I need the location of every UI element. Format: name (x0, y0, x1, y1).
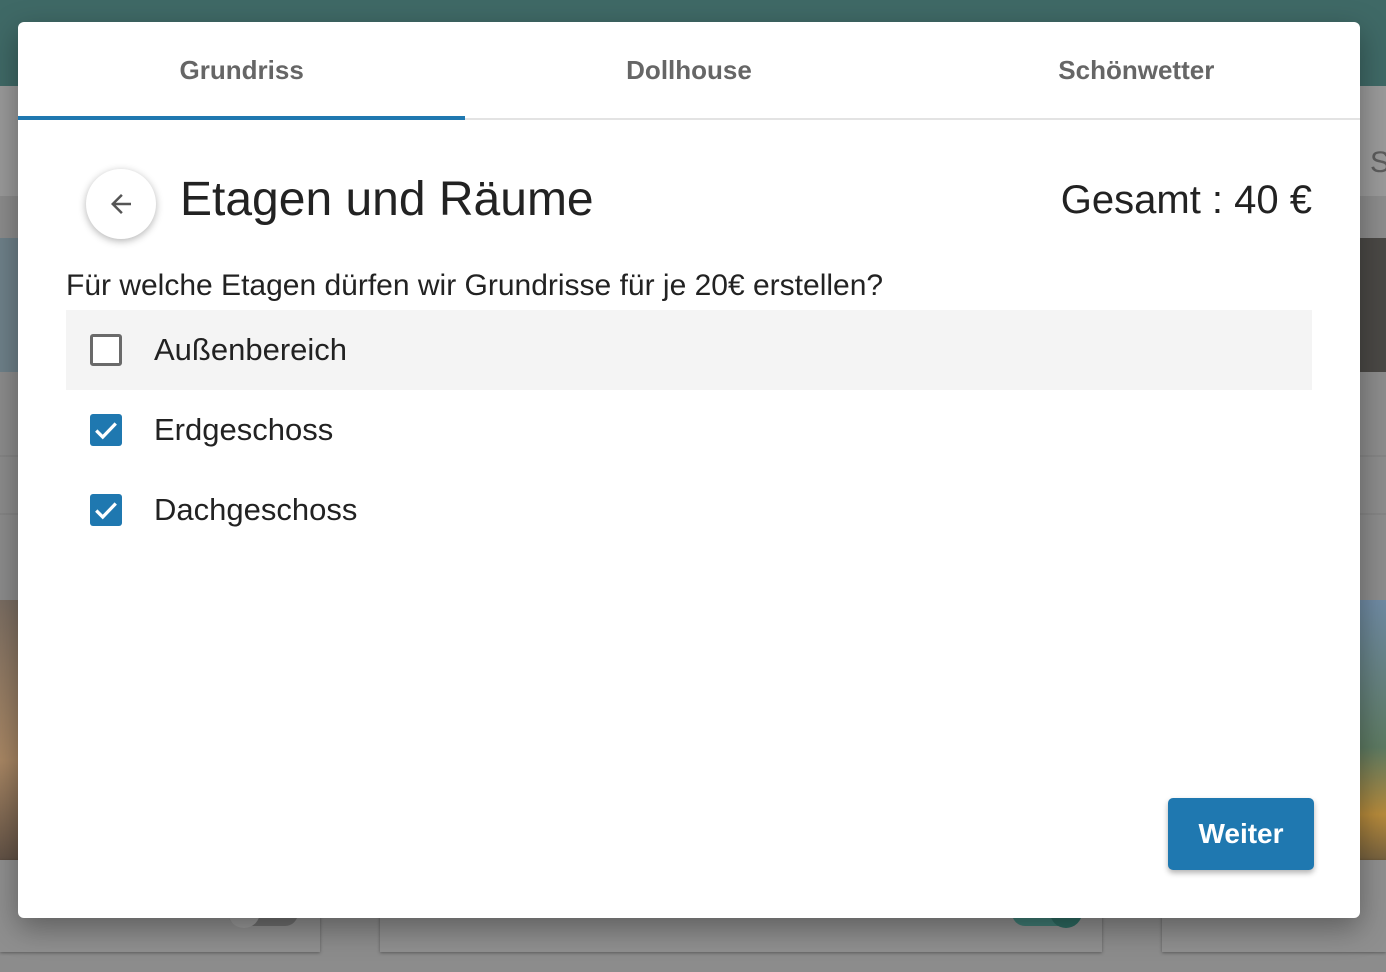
background-photo (0, 600, 18, 868)
question-text: Für welche Etagen dürfen wir Grundrisse … (66, 269, 884, 302)
tab-bar: Grundriss Dollhouse Schönwetter (18, 22, 1360, 120)
checkmark-icon (95, 502, 117, 520)
tab-grundriss[interactable]: Grundriss (18, 22, 466, 120)
checkbox-dachgeschoss[interactable] (90, 494, 122, 526)
page-title: Etagen und Räume (180, 173, 594, 226)
total-price: Gesamt : 40 € (1060, 178, 1312, 222)
next-button[interactable]: Weiter (1168, 798, 1314, 870)
background-photo (1360, 600, 1386, 868)
checkmark-icon (95, 422, 117, 440)
option-aussenbereich[interactable]: Außenbereich (66, 310, 1312, 390)
background-photo (1360, 238, 1386, 372)
option-erdgeschoss[interactable]: Erdgeschoss (66, 390, 1312, 470)
tab-schoenwetter[interactable]: Schönwetter (913, 22, 1360, 118)
background-edge-text: S (1370, 146, 1386, 179)
checkbox-erdgeschoss[interactable] (90, 414, 122, 446)
back-button[interactable] (86, 169, 156, 239)
option-dachgeschoss[interactable]: Dachgeschoss (66, 470, 1312, 550)
option-label: Außenbereich (154, 332, 348, 367)
option-label: Dachgeschoss (154, 492, 358, 527)
floor-options-list: Außenbereich Erdgeschoss Dachgeschoss (66, 310, 1312, 550)
background-photo (0, 238, 18, 372)
checkbox-aussenbereich[interactable] (90, 334, 122, 366)
tab-dollhouse[interactable]: Dollhouse (465, 22, 912, 118)
floor-plan-dialog: Grundriss Dollhouse Schönwetter Etagen u… (18, 22, 1360, 918)
option-label: Erdgeschoss (154, 412, 334, 447)
arrow-left-icon (111, 194, 131, 214)
